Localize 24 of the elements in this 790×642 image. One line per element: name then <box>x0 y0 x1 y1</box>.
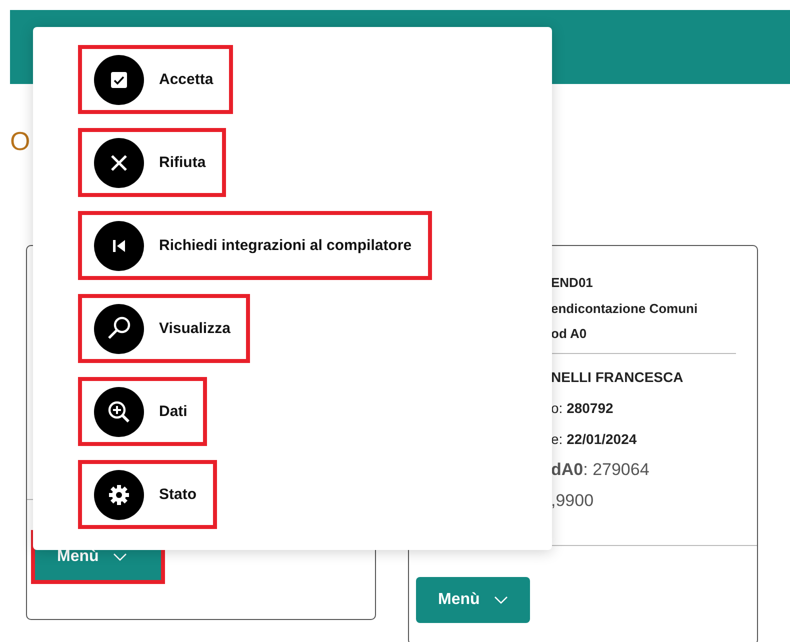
card-text: NELLI FRANCESCA <box>551 368 684 386</box>
checkbox-icon <box>94 54 144 104</box>
card-text: ,9900 <box>551 492 595 512</box>
menu-item[interactable]: Accetta <box>78 45 234 114</box>
card-text: END01 <box>551 274 594 292</box>
menu-item[interactable]: Dati <box>78 377 208 446</box>
chevron-down-icon <box>494 596 508 604</box>
card-text: o: 280792 <box>551 398 614 418</box>
menu-item[interactable]: Rifiuta <box>78 128 226 197</box>
skip-back-icon <box>94 220 144 270</box>
chevron-down-icon <box>112 553 127 561</box>
close-icon <box>94 138 144 188</box>
search-icon <box>94 304 144 354</box>
page-heading: O <box>10 125 32 158</box>
card-text: e: 22/01/2024 <box>551 430 638 448</box>
menu-item[interactable]: Richiedi integrazioni al compilatore <box>78 211 432 280</box>
settings-icon <box>94 470 144 520</box>
card-text: od A0 <box>551 325 588 343</box>
menu-item[interactable]: Visualizza <box>78 294 250 363</box>
menu-button[interactable]: Menù <box>416 577 530 623</box>
menu-item[interactable]: Stato <box>78 460 216 529</box>
card-text: dA0: 279064 <box>551 460 650 480</box>
card-text: endicontazione Comuni <box>551 300 699 318</box>
zoom-in-icon <box>94 386 144 436</box>
